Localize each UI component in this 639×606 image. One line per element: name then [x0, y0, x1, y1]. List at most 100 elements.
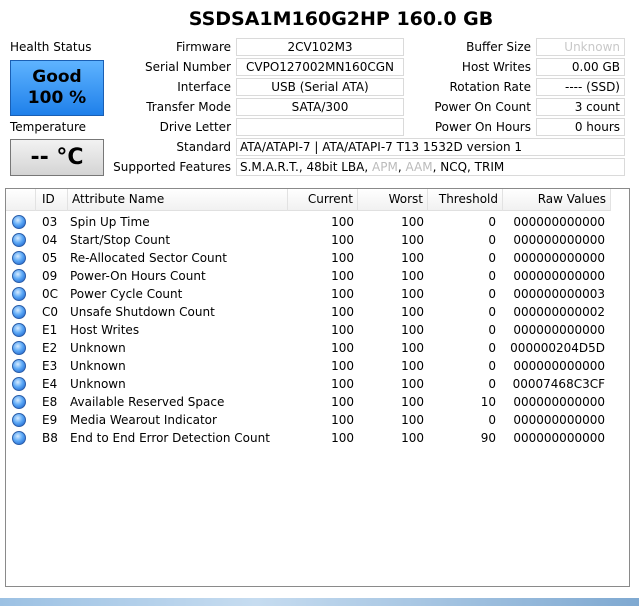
- status-dot-icon: [12, 377, 26, 391]
- table-row[interactable]: E9 Media Wearout Indicator 100 100 0 00000000…: [6, 411, 611, 429]
- cell-worst: 100: [401, 269, 424, 283]
- status-dot-icon: [12, 269, 26, 283]
- table-row[interactable]: E1 Host Writes 100 100 0 000000000000: [6, 321, 611, 339]
- temperature-button[interactable]: -- °C: [10, 139, 104, 176]
- status-dot-icon: [12, 413, 26, 427]
- table-row[interactable]: 09 Power-On Hours Count 100 100 0 00000000000…: [6, 267, 611, 285]
- cell-worst: 100: [401, 287, 424, 301]
- table-row[interactable]: E2 Unknown 100 100 0 000000204D5D: [6, 339, 611, 357]
- cell-current: 100: [331, 287, 354, 301]
- cell-raw-value: 000000000000: [513, 395, 605, 409]
- cell-current: 100: [331, 323, 354, 337]
- table-row[interactable]: E8 Available Reserved Space 100 100 10 000000…: [6, 393, 611, 411]
- table-row[interactable]: E4 Unknown 100 100 0 00007468C3CF: [6, 375, 611, 393]
- cell-raw-value: 000000000000: [513, 269, 605, 283]
- serial-number-field: CVPO127002MN160CGN: [236, 58, 404, 76]
- status-dot-icon: [12, 341, 26, 355]
- taskbar-strip: [0, 598, 639, 606]
- cell-threshold: 0: [488, 215, 496, 229]
- table-row[interactable]: E3 Unknown 100 100 0 000000000000: [6, 357, 611, 375]
- table-row[interactable]: 05 Re-Allocated Sector Count 100 100 0 000000…: [6, 249, 611, 267]
- table-row[interactable]: 03 Spin Up Time 100 100 0 000000000000: [6, 213, 611, 231]
- cell-current: 100: [331, 431, 354, 445]
- column-raw-values[interactable]: Raw Values: [503, 189, 611, 211]
- column-current[interactable]: Current: [288, 189, 358, 211]
- cell-worst: 100: [401, 215, 424, 229]
- feature-item: 48bit LBA: [306, 160, 365, 174]
- cell-id: E1: [42, 323, 58, 337]
- cell-attribute-name: Power-On Hours Count: [70, 269, 206, 283]
- power-on-count-label: Power On Count: [434, 100, 531, 114]
- status-dot-icon: [12, 287, 26, 301]
- cell-threshold: 90: [480, 431, 496, 445]
- firmware-label: Firmware: [176, 40, 231, 54]
- cell-current: 100: [331, 251, 354, 265]
- cell-attribute-name: Available Reserved Space: [70, 395, 225, 409]
- status-dot-icon: [12, 233, 26, 247]
- column-id[interactable]: ID: [36, 189, 68, 211]
- column-worst[interactable]: Worst: [358, 189, 428, 211]
- buffer-size-label: Buffer Size: [466, 40, 531, 54]
- cell-threshold: 0: [488, 377, 496, 391]
- cell-worst: 100: [401, 323, 424, 337]
- transfer-mode-field: SATA/300: [236, 98, 404, 116]
- cell-raw-value: 000000000003: [513, 287, 605, 301]
- cell-current: 100: [331, 233, 354, 247]
- column-threshold[interactable]: Threshold: [428, 189, 503, 211]
- cell-worst: 100: [401, 413, 424, 427]
- smart-attributes-table[interactable]: ID Attribute Name Current Worst Threshol…: [5, 188, 630, 587]
- cell-raw-value: 000000000000: [513, 233, 605, 247]
- table-row[interactable]: C0 Unsafe Shutdown Count 100 100 0 0000000000…: [6, 303, 611, 321]
- cell-id: C0: [42, 305, 59, 319]
- cell-raw-value: 000000000000: [513, 215, 605, 229]
- cell-id: 0C: [42, 287, 59, 301]
- status-dot-icon: [12, 395, 26, 409]
- disk-info-window: SSDSA1M160G2HP 160.0 GB Health Status Go…: [0, 0, 639, 598]
- power-on-hours-field: 0 hours: [536, 118, 625, 136]
- cell-attribute-name: Media Wearout Indicator: [70, 413, 217, 427]
- cell-threshold: 0: [488, 341, 496, 355]
- host-writes-label: Host Writes: [461, 60, 531, 74]
- cell-id: B8: [42, 431, 58, 445]
- table-row[interactable]: 04 Start/Stop Count 100 100 0 000000000000: [6, 231, 611, 249]
- cell-threshold: 0: [488, 287, 496, 301]
- cell-id: E9: [42, 413, 58, 427]
- feature-item: NCQ: [440, 160, 468, 174]
- table-row[interactable]: B8 End to End Error Detection Count 100 100…: [6, 429, 611, 447]
- interface-label: Interface: [177, 80, 231, 94]
- status-dot-icon: [12, 359, 26, 373]
- standard-label: Standard: [176, 140, 231, 154]
- column-attribute-name[interactable]: Attribute Name: [68, 189, 288, 211]
- cell-current: 100: [331, 269, 354, 283]
- cell-worst: 100: [401, 251, 424, 265]
- feature-item: APM: [372, 160, 398, 174]
- power-on-count-field: 3 count: [536, 98, 625, 116]
- cell-threshold: 0: [488, 233, 496, 247]
- cell-current: 100: [331, 305, 354, 319]
- health-status-button[interactable]: Good 100 %: [10, 60, 104, 116]
- cell-attribute-name: Power Cycle Count: [70, 287, 183, 301]
- buffer-size-field: Unknown: [536, 38, 625, 56]
- cell-attribute-name: Unknown: [70, 341, 126, 355]
- cell-worst: 100: [401, 233, 424, 247]
- cell-worst: 100: [401, 395, 424, 409]
- rotation-rate-label: Rotation Rate: [449, 80, 531, 94]
- transfer-mode-label: Transfer Mode: [146, 100, 231, 114]
- cell-id: E3: [42, 359, 58, 373]
- cell-current: 100: [331, 215, 354, 229]
- status-dot-icon: [12, 305, 26, 319]
- cell-threshold: 0: [488, 359, 496, 373]
- feature-item: S.M.A.R.T.: [240, 160, 299, 174]
- cell-attribute-name: Unknown: [70, 377, 126, 391]
- status-dot-icon: [12, 323, 26, 337]
- cell-id: 04: [42, 233, 58, 247]
- cell-current: 100: [331, 359, 354, 373]
- drive-letter-label: Drive Letter: [159, 120, 231, 134]
- cell-worst: 100: [401, 305, 424, 319]
- rotation-rate-field: ---- (SSD): [536, 78, 625, 96]
- table-row[interactable]: 0C Power Cycle Count 100 100 0 000000000003: [6, 285, 611, 303]
- health-word: Good: [32, 67, 82, 87]
- cell-threshold: 0: [488, 323, 496, 337]
- table-header: ID Attribute Name Current Worst Threshol…: [6, 189, 611, 211]
- column-status[interactable]: [6, 189, 36, 211]
